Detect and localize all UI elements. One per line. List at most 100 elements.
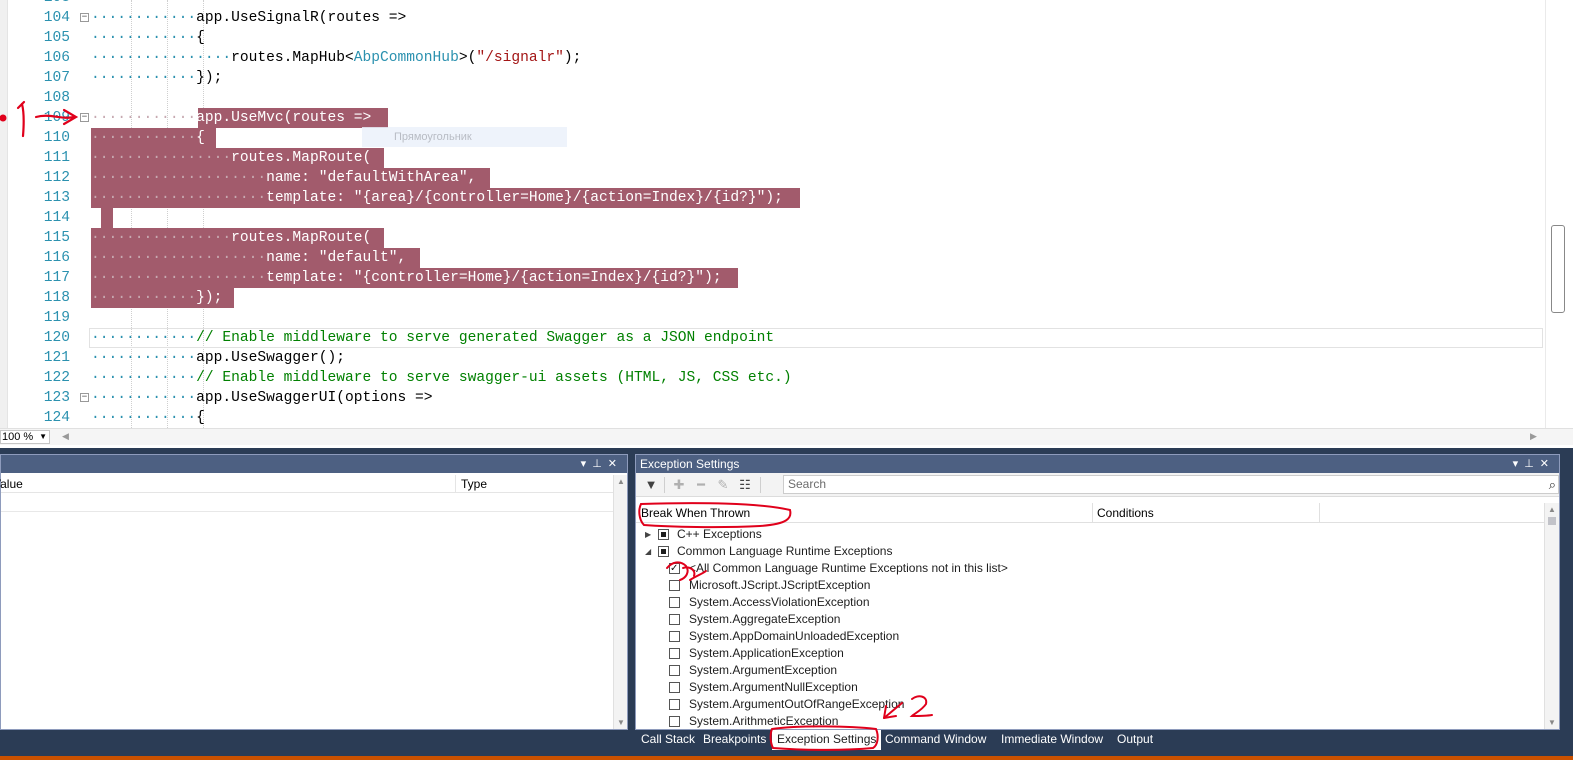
pin-icon[interactable]: ⊥	[1524, 458, 1540, 470]
exception-row[interactable]: System.AggregateException	[636, 611, 1544, 628]
collapse-icon[interactable]: −	[80, 113, 89, 122]
token: app.UseSignalR(routes =>	[196, 10, 407, 26]
exception-row[interactable]: ◢ Common Language Runtime Exceptions	[636, 543, 1544, 560]
code-line[interactable]: 108	[0, 88, 1545, 108]
tab-breakpoints[interactable]: Breakpoints	[698, 730, 771, 750]
code-line[interactable]: 120 ············// Enable middleware to s…	[0, 328, 1545, 348]
code-line[interactable]: 123 − ············app.UseSwaggerUI(options…	[0, 388, 1545, 408]
add-icon[interactable]: ✚	[670, 476, 688, 494]
code-line[interactable]: 112 ····················name: "defaultWit…	[0, 168, 1545, 188]
token: app.UseMvc(routes =>	[196, 110, 372, 126]
search-input[interactable]: Search ⌕	[783, 475, 1559, 494]
code-line[interactable]: 105 ············{	[0, 28, 1545, 48]
exception-row[interactable]: <All Common Language Runtime Exceptions …	[636, 560, 1544, 577]
collapse-icon[interactable]: −	[80, 393, 89, 402]
code-line[interactable]: 110 ············{	[0, 128, 1545, 148]
remove-icon[interactable]: ━	[692, 476, 710, 494]
code-line[interactable]: 116 ····················name: "default",	[0, 248, 1545, 268]
exception-checkbox[interactable]	[669, 580, 680, 591]
column-conditions[interactable]: Conditions	[1092, 503, 1320, 523]
token: {	[196, 410, 205, 426]
exception-checkbox[interactable]	[669, 682, 680, 693]
scroll-left-icon[interactable]: ◀	[62, 431, 69, 442]
exception-label: System.AppDomainUnloadedException	[689, 629, 900, 643]
code-line[interactable]: 117 ····················template: "{contr…	[0, 268, 1545, 288]
exception-checkbox[interactable]	[658, 529, 669, 540]
dropdown-icon[interactable]: ▾	[581, 458, 593, 470]
scroll-down-icon[interactable]: ▼	[1548, 718, 1556, 727]
filter-icon[interactable]: ▼	[642, 476, 660, 494]
code-line[interactable]: 124 ············{	[0, 408, 1545, 428]
exception-row[interactable]: System.ArgumentOutOfRangeException	[636, 696, 1544, 713]
edit-conditions-icon[interactable]: ✎	[714, 476, 732, 494]
scroll-thumb[interactable]	[1551, 225, 1565, 313]
collapse-icon[interactable]: −	[80, 13, 89, 22]
code-editor[interactable]: 103104−············app.UseSignalR(routes…	[0, 0, 1573, 448]
zoom-dropdown[interactable]: 100 % ▼	[0, 430, 50, 444]
exception-row[interactable]: System.ArgumentException	[636, 662, 1544, 679]
scroll-right-icon[interactable]: ▶	[1530, 431, 1537, 442]
exception-row[interactable]: System.ArithmeticException	[636, 713, 1544, 730]
code-text: ····················name: "defaultWithAr…	[91, 168, 476, 188]
code-line[interactable]: 115 ················routes.MapRoute(	[0, 228, 1545, 248]
scroll-up-icon[interactable]: ▲	[1548, 505, 1556, 514]
close-icon[interactable]: ✕	[1540, 458, 1555, 470]
code-line[interactable]: 121 ············app.UseSwagger();	[0, 348, 1545, 368]
exception-checkbox[interactable]	[669, 631, 680, 642]
exception-row[interactable]: System.AppDomainUnloadedException	[636, 628, 1544, 645]
search-icon[interactable]: ⌕	[1549, 476, 1556, 493]
code-line[interactable]: 106 ················routes.MapHub<AbpComm…	[0, 48, 1545, 68]
code-line[interactable]: 122 ············// Enable middleware to s…	[0, 368, 1545, 388]
code-line[interactable]: 113 ····················template: "{area}…	[0, 188, 1545, 208]
scroll-thumb[interactable]	[1548, 517, 1556, 525]
exception-checkbox[interactable]	[669, 716, 680, 727]
vertical-scrollbar[interactable]: ▲ ▼	[1544, 503, 1559, 729]
scroll-down-icon[interactable]: ▼	[617, 718, 625, 727]
whitespace-dots: ············	[91, 390, 197, 406]
code-line[interactable]: 107 ············});	[0, 68, 1545, 88]
code-line[interactable]: 111 ················routes.MapRoute(	[0, 148, 1545, 168]
exception-checkbox[interactable]	[669, 614, 680, 625]
exception-checkbox[interactable]	[658, 546, 669, 557]
exception-checkbox[interactable]	[669, 560, 680, 577]
scroll-up-icon[interactable]: ▲	[617, 477, 625, 486]
pin-icon[interactable]: ⊥	[592, 458, 608, 470]
locals-panel[interactable]: ▾⊥✕ Value Type ▲ ▼	[0, 454, 628, 730]
editor-vertical-scrollbar[interactable]	[1545, 0, 1573, 428]
exception-checkbox[interactable]	[669, 699, 680, 710]
whitespace-dots: ····················	[91, 270, 267, 286]
tab-command-window[interactable]: Command Window	[880, 730, 991, 750]
tab-exception-settings[interactable]: Exception Settings	[772, 730, 882, 750]
whitespace-dots: ············	[91, 370, 197, 386]
close-icon[interactable]: ✕	[608, 458, 623, 470]
restore-defaults-icon[interactable]: ☷	[736, 476, 754, 494]
tab-immediate-window[interactable]: Immediate Window	[996, 730, 1108, 750]
tab-call-stack[interactable]: Call Stack	[636, 730, 700, 750]
exception-row[interactable]: System.ArgumentNullException	[636, 679, 1544, 696]
exception-checkbox[interactable]	[669, 648, 680, 659]
exception-row[interactable]: Microsoft.JScript.JScriptException	[636, 577, 1544, 594]
code-line[interactable]: 103	[0, 0, 1545, 8]
code-line[interactable]: 114	[0, 208, 1545, 228]
exception-row[interactable]: System.AccessViolationException	[636, 594, 1544, 611]
exception-row[interactable]: System.ApplicationException	[636, 645, 1544, 662]
exception-checkbox[interactable]	[669, 597, 680, 608]
token: });	[196, 70, 223, 86]
column-break-when-thrown[interactable]: Break When Thrown	[641, 503, 750, 523]
code-line[interactable]: 119	[0, 308, 1545, 328]
tab-output[interactable]: Output	[1112, 730, 1158, 750]
collapse-icon[interactable]: ◢	[645, 543, 651, 560]
code-line[interactable]: 104 − ············app.UseSignalR(routes =>	[0, 8, 1545, 28]
exception-list[interactable]: ▶ C++ Exceptions ◢ Common Language Runtime …	[636, 526, 1544, 731]
exception-row[interactable]: ▶ C++ Exceptions	[636, 526, 1544, 543]
exception-checkbox[interactable]	[669, 665, 680, 676]
code-line[interactable]: 109 − ············app.UseMvc(routes =>	[0, 108, 1545, 128]
dropdown-icon[interactable]: ▾	[1513, 458, 1525, 470]
expand-icon[interactable]: ▶	[645, 526, 651, 543]
column-value[interactable]: Value	[0, 475, 23, 493]
exception-settings-panel[interactable]: Exception Settings ▾⊥✕ ▼ ✚ ━ ✎ ☷ Search …	[635, 454, 1560, 730]
code-line[interactable]: 118 ············});	[0, 288, 1545, 308]
vertical-scrollbar[interactable]: ▲ ▼	[613, 475, 627, 729]
column-type[interactable]: Type	[455, 475, 487, 493]
code-lines[interactable]: 103104−············app.UseSignalR(routes…	[0, 0, 1545, 428]
